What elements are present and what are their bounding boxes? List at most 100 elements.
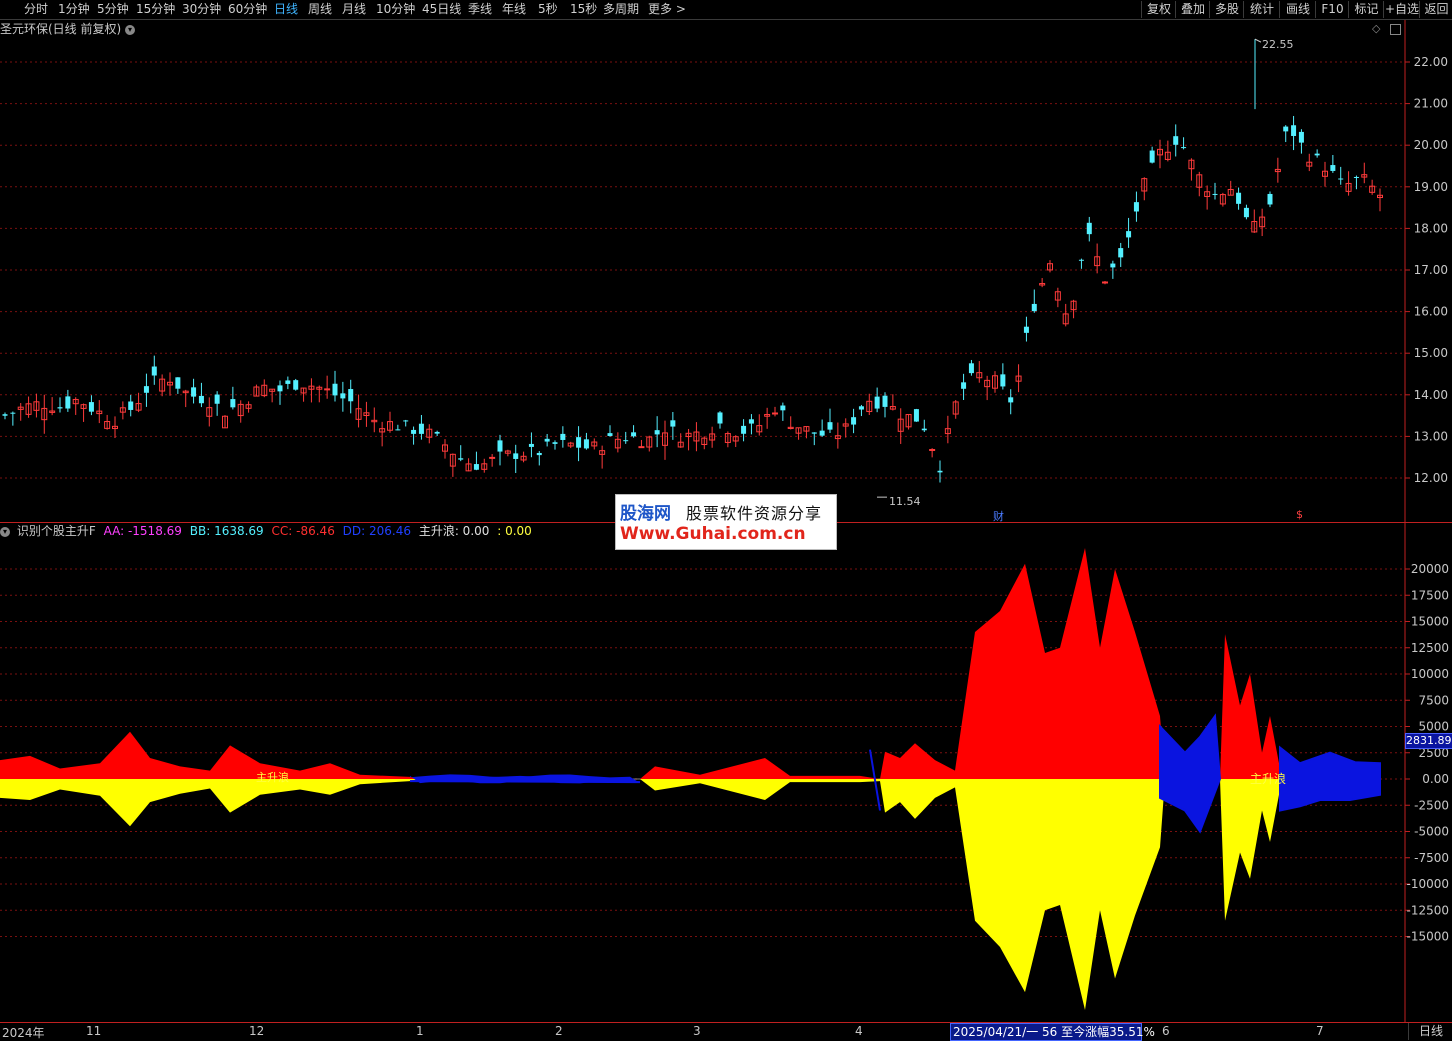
draw-line-button[interactable]: 画线 — [1279, 1, 1316, 18]
multi-stock-button[interactable]: 多股 — [1209, 1, 1244, 18]
candle-body-down — [418, 423, 424, 434]
period-tab-5sec[interactable]: 5秒 — [538, 1, 558, 18]
aa-area — [0, 548, 1280, 779]
candlestick-chart[interactable]: 22.00 21.00 20.00 19.00 18.00 17.00 16.00 15.00… — [0, 20, 1452, 522]
candle-body-up — [772, 412, 778, 415]
x-label-6: 6 — [1162, 1024, 1170, 1038]
value-tick-label: 17500 — [1411, 588, 1449, 602]
watermark-url: Www.Guhai.com.cn — [620, 524, 806, 544]
candle-body-down — [1078, 259, 1084, 261]
candle-body-down — [623, 440, 629, 442]
candle-body-down — [536, 452, 542, 456]
cc-dd-band — [1159, 713, 1222, 834]
candle-body-up — [1102, 281, 1108, 284]
candle-body-down — [1149, 150, 1155, 163]
candle-body-down — [858, 406, 864, 410]
candle-body-down — [473, 464, 479, 470]
candle-body-down — [583, 439, 589, 449]
candle-body-up — [324, 388, 331, 391]
candle-body-down — [143, 386, 149, 393]
value-tick-label: -7500 — [1414, 851, 1449, 865]
candle-body-down — [1133, 202, 1139, 212]
candle-body-down — [128, 401, 134, 410]
candle-body-down — [65, 396, 71, 409]
main-wave-marker-early: 主升浪 — [256, 771, 289, 784]
candle-body-down — [1314, 153, 1320, 156]
value-tick-label: 12500 — [1411, 641, 1449, 655]
x-label-3: 3 — [693, 1024, 701, 1038]
high-price-label: 22.55 — [1262, 38, 1294, 51]
candle-body-down — [670, 420, 676, 427]
stats-button[interactable]: 统计 — [1243, 1, 1280, 18]
candle-body-down — [403, 420, 409, 422]
candle-body-down — [1243, 207, 1249, 218]
candle-body-down — [434, 431, 440, 434]
period-tab-yearly[interactable]: 年线 — [502, 1, 526, 18]
value-tick-label: -15000 — [1406, 930, 1449, 944]
candle-body-down — [560, 433, 566, 440]
x-label-12: 12 — [249, 1024, 265, 1038]
candle-body-down — [395, 429, 401, 431]
current-value-badge: 2831.89 — [1405, 733, 1452, 749]
candle-body-down — [811, 432, 817, 434]
period-tab-multi[interactable]: 多周期 — [603, 1, 639, 18]
bb-area — [0, 779, 1280, 1010]
high-pointer — [1254, 38, 1262, 43]
period-tab-5min[interactable]: 5分钟 — [97, 1, 129, 18]
candle-body-down — [921, 428, 927, 431]
value-tick-label: -2500 — [1414, 798, 1449, 812]
candle-body-up — [638, 446, 645, 449]
mark-button[interactable]: 标记 — [1348, 1, 1384, 18]
back-button[interactable]: 返回 — [1419, 1, 1452, 18]
price-tick-label: 21.00 — [1414, 97, 1448, 111]
candle-body-down — [497, 440, 503, 452]
period-tab-daily[interactable]: 日线 — [274, 1, 298, 18]
candle-body-down — [631, 432, 637, 437]
period-tab-60min[interactable]: 60分钟 — [228, 1, 267, 18]
candle-body-down — [513, 453, 519, 459]
candle-body-down — [1338, 178, 1344, 180]
period-tab-fenshi[interactable]: 分时 — [24, 1, 48, 18]
dividend-marker[interactable]: $ — [1296, 508, 1303, 521]
more-periods-button[interactable]: 更多 > — [648, 1, 686, 18]
period-tab-45day[interactable]: 45日线 — [422, 1, 461, 18]
candle-body-down — [214, 394, 220, 404]
period-tab-monthly[interactable]: 月线 — [342, 1, 366, 18]
indicator-chart[interactable]: 20000175001500012500100007500500025000.0… — [0, 523, 1452, 1023]
value-tick-label: 7500 — [1418, 693, 1449, 707]
adjust-button[interactable]: 复权 — [1141, 1, 1176, 18]
period-tab-weekly[interactable]: 周线 — [308, 1, 332, 18]
candle-body-down — [937, 470, 943, 473]
candle-body-down — [913, 409, 919, 422]
candle-body-down — [1086, 222, 1092, 235]
price-tick-label: 15.00 — [1414, 346, 1448, 360]
candle-body-down — [1000, 374, 1006, 387]
candle-body-down — [175, 377, 181, 389]
period-indicator[interactable]: 日线 — [1408, 1023, 1452, 1040]
candle-body-down — [340, 393, 346, 399]
price-tick-label: 22.00 — [1414, 55, 1448, 69]
candle-body-down — [57, 407, 63, 409]
period-tab-30min[interactable]: 30分钟 — [182, 1, 221, 18]
period-tab-15sec[interactable]: 15秒 — [570, 1, 597, 18]
candle-body-down — [552, 442, 558, 444]
period-tab-quarterly[interactable]: 季线 — [468, 1, 492, 18]
x-label-2024: 2024年 — [2, 1026, 45, 1040]
x-label-1: 1 — [416, 1024, 424, 1038]
candle-body-down — [780, 405, 786, 411]
candle-body-down — [607, 433, 613, 436]
candle-body-down — [348, 389, 354, 402]
candle-body-down — [1118, 248, 1124, 258]
candle-body-down — [874, 396, 880, 409]
candle-body-down — [411, 429, 417, 434]
period-tab-15min[interactable]: 15分钟 — [136, 1, 175, 18]
candle-body-down — [285, 380, 291, 384]
period-tab-1min[interactable]: 1分钟 — [58, 1, 90, 18]
add-watchlist-button[interactable]: +自选 — [1383, 1, 1420, 18]
f10-button[interactable]: F10 — [1315, 1, 1349, 18]
period-tab-10min[interactable]: 10分钟 — [376, 1, 415, 18]
candle-body-down — [1236, 192, 1242, 204]
value-tick-label: -10000 — [1406, 877, 1449, 891]
candle-body-down — [1330, 165, 1336, 171]
overlay-button[interactable]: 叠加 — [1175, 1, 1210, 18]
